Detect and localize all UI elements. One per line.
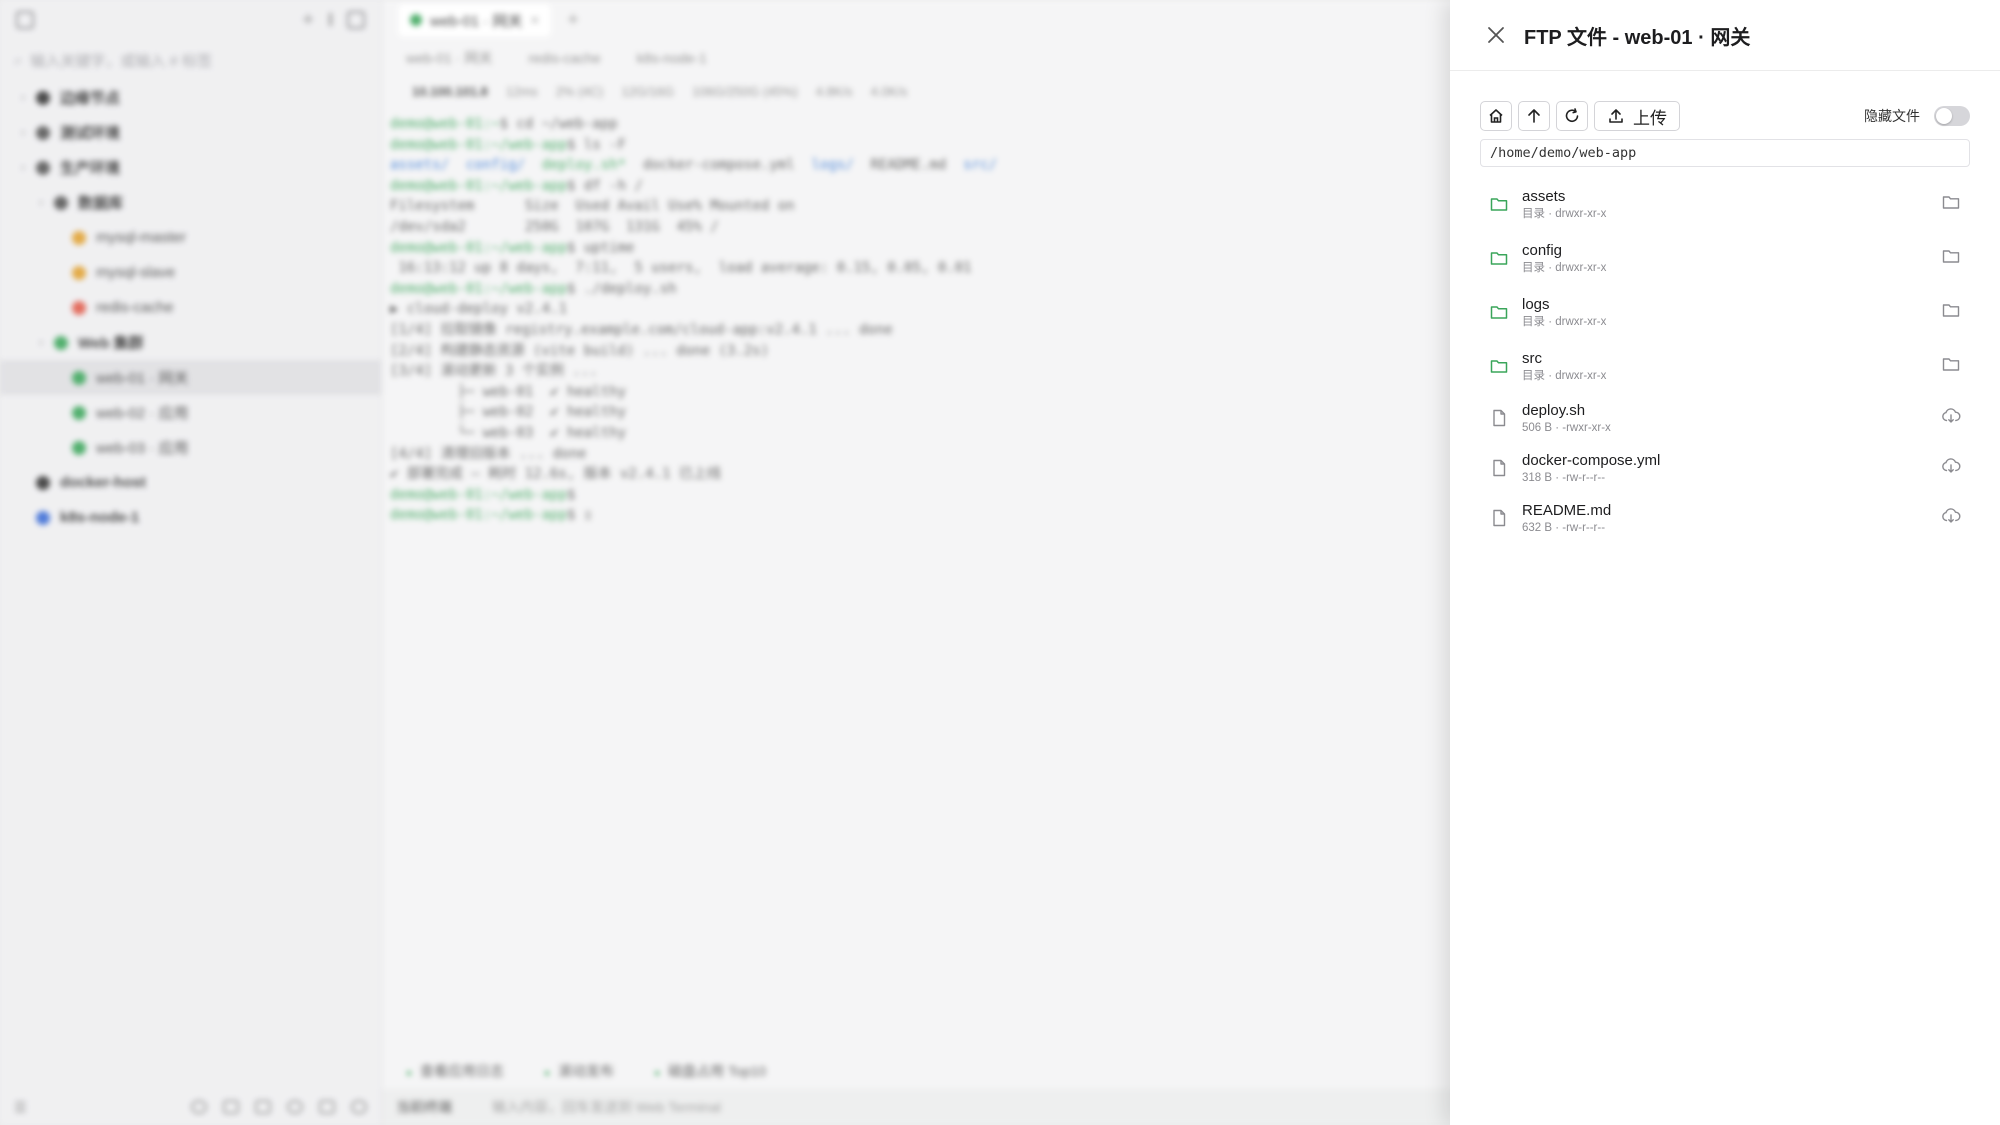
file-name: config bbox=[1522, 241, 1563, 259]
hidden-files-toggle[interactable] bbox=[1934, 106, 1970, 126]
file-icon bbox=[1488, 407, 1510, 429]
open-folder-button[interactable] bbox=[1940, 301, 1962, 323]
download-button[interactable] bbox=[1940, 507, 1962, 529]
folder-row[interactable]: logs 目录 · drwxr-xr-x bbox=[1480, 285, 1970, 339]
modal-overlay[interactable] bbox=[0, 0, 1450, 1125]
file-info: 目录 · drwxr-xr-x bbox=[1522, 261, 1607, 274]
upload-button[interactable]: 上传 bbox=[1594, 101, 1680, 131]
file-meta: docker-compose.yml 318 B · -rw-r--r-- bbox=[1522, 451, 1940, 486]
file-meta: deploy.sh 506 B · -rwxr-xr-x bbox=[1522, 401, 1940, 436]
open-folder-button[interactable] bbox=[1940, 193, 1962, 215]
file-meta: config 目录 · drwxr-xr-x bbox=[1522, 241, 1940, 276]
file-info: 632 B · -rw-r--r-- bbox=[1522, 521, 1606, 534]
file-name: logs bbox=[1522, 295, 1550, 313]
file-name: src bbox=[1522, 349, 1542, 367]
folder-row[interactable]: assets 目录 · drwxr-xr-x bbox=[1480, 177, 1970, 231]
file-icon bbox=[1488, 457, 1510, 479]
folder-row[interactable]: config 目录 · drwxr-xr-x bbox=[1480, 231, 1970, 285]
folder-open-icon bbox=[1942, 356, 1960, 377]
cloud-download-icon bbox=[1941, 507, 1961, 529]
file-info: 目录 · drwxr-xr-x bbox=[1522, 315, 1607, 328]
file-meta: logs 目录 · drwxr-xr-x bbox=[1522, 295, 1940, 330]
drawer-title: FTP 文件 - web-01 · 网关 bbox=[1524, 26, 1751, 49]
folder-open-icon bbox=[1942, 248, 1960, 269]
file-name: deploy.sh bbox=[1522, 401, 1586, 419]
path-input[interactable]: /home/demo/web-app bbox=[1480, 139, 1970, 167]
file-meta: assets 目录 · drwxr-xr-x bbox=[1522, 187, 1940, 222]
upload-label: 上传 bbox=[1633, 108, 1667, 128]
folder-row[interactable]: src 目录 · drwxr-xr-x bbox=[1480, 339, 1970, 393]
file-info: 目录 · drwxr-xr-x bbox=[1522, 207, 1607, 220]
arrow-up-icon bbox=[1528, 109, 1540, 123]
toggle-knob bbox=[1936, 108, 1952, 124]
drawer-header: FTP 文件 - web-01 · 网关 bbox=[1450, 0, 2000, 71]
ftp-toolbar: 上传 隐藏文件 bbox=[1480, 101, 1970, 131]
file-row[interactable]: deploy.sh 506 B · -rwxr-xr-x bbox=[1480, 393, 1970, 443]
download-button[interactable] bbox=[1940, 457, 1962, 479]
refresh-icon bbox=[1565, 108, 1579, 122]
file-name: docker-compose.yml bbox=[1522, 451, 1661, 469]
home-button[interactable] bbox=[1480, 101, 1512, 131]
file-info: 506 B · -rwxr-xr-x bbox=[1522, 421, 1611, 434]
folder-icon bbox=[1488, 247, 1510, 269]
close-button[interactable] bbox=[1484, 23, 1508, 47]
folder-icon bbox=[1488, 355, 1510, 377]
download-button[interactable] bbox=[1940, 407, 1962, 429]
file-meta: src 目录 · drwxr-xr-x bbox=[1522, 349, 1940, 384]
folder-open-icon bbox=[1942, 194, 1960, 215]
file-info: 318 B · -rw-r--r-- bbox=[1522, 471, 1606, 484]
refresh-button[interactable] bbox=[1556, 101, 1588, 131]
upload-icon bbox=[1609, 109, 1623, 123]
file-name: assets bbox=[1522, 187, 1566, 205]
file-info: 目录 · drwxr-xr-x bbox=[1522, 369, 1607, 382]
parent-dir-button[interactable] bbox=[1518, 101, 1550, 131]
file-list: assets 目录 · drwxr-xr-x config 目录 · drwxr-xr… bbox=[1480, 177, 1970, 543]
close-icon bbox=[1488, 27, 1504, 43]
home-icon bbox=[1489, 109, 1503, 123]
ftp-drawer: FTP 文件 - web-01 · 网关 上传 隐藏文件 /home/demo/… bbox=[1450, 0, 2000, 1125]
open-folder-button[interactable] bbox=[1940, 247, 1962, 269]
open-folder-button[interactable] bbox=[1940, 355, 1962, 377]
folder-open-icon bbox=[1942, 302, 1960, 323]
folder-icon bbox=[1488, 193, 1510, 215]
file-meta: README.md 632 B · -rw-r--r-- bbox=[1522, 501, 1940, 536]
file-row[interactable]: docker-compose.yml 318 B · -rw-r--r-- bbox=[1480, 443, 1970, 493]
file-icon bbox=[1488, 507, 1510, 529]
folder-icon bbox=[1488, 301, 1510, 323]
file-name: README.md bbox=[1522, 501, 1612, 519]
file-row[interactable]: README.md 632 B · -rw-r--r-- bbox=[1480, 493, 1970, 543]
current-path: /home/demo/web-app bbox=[1490, 145, 1637, 161]
cloud-download-icon bbox=[1941, 457, 1961, 479]
cloud-download-icon bbox=[1941, 407, 1961, 429]
hidden-files-label: 隐藏文件 bbox=[1864, 108, 1920, 124]
